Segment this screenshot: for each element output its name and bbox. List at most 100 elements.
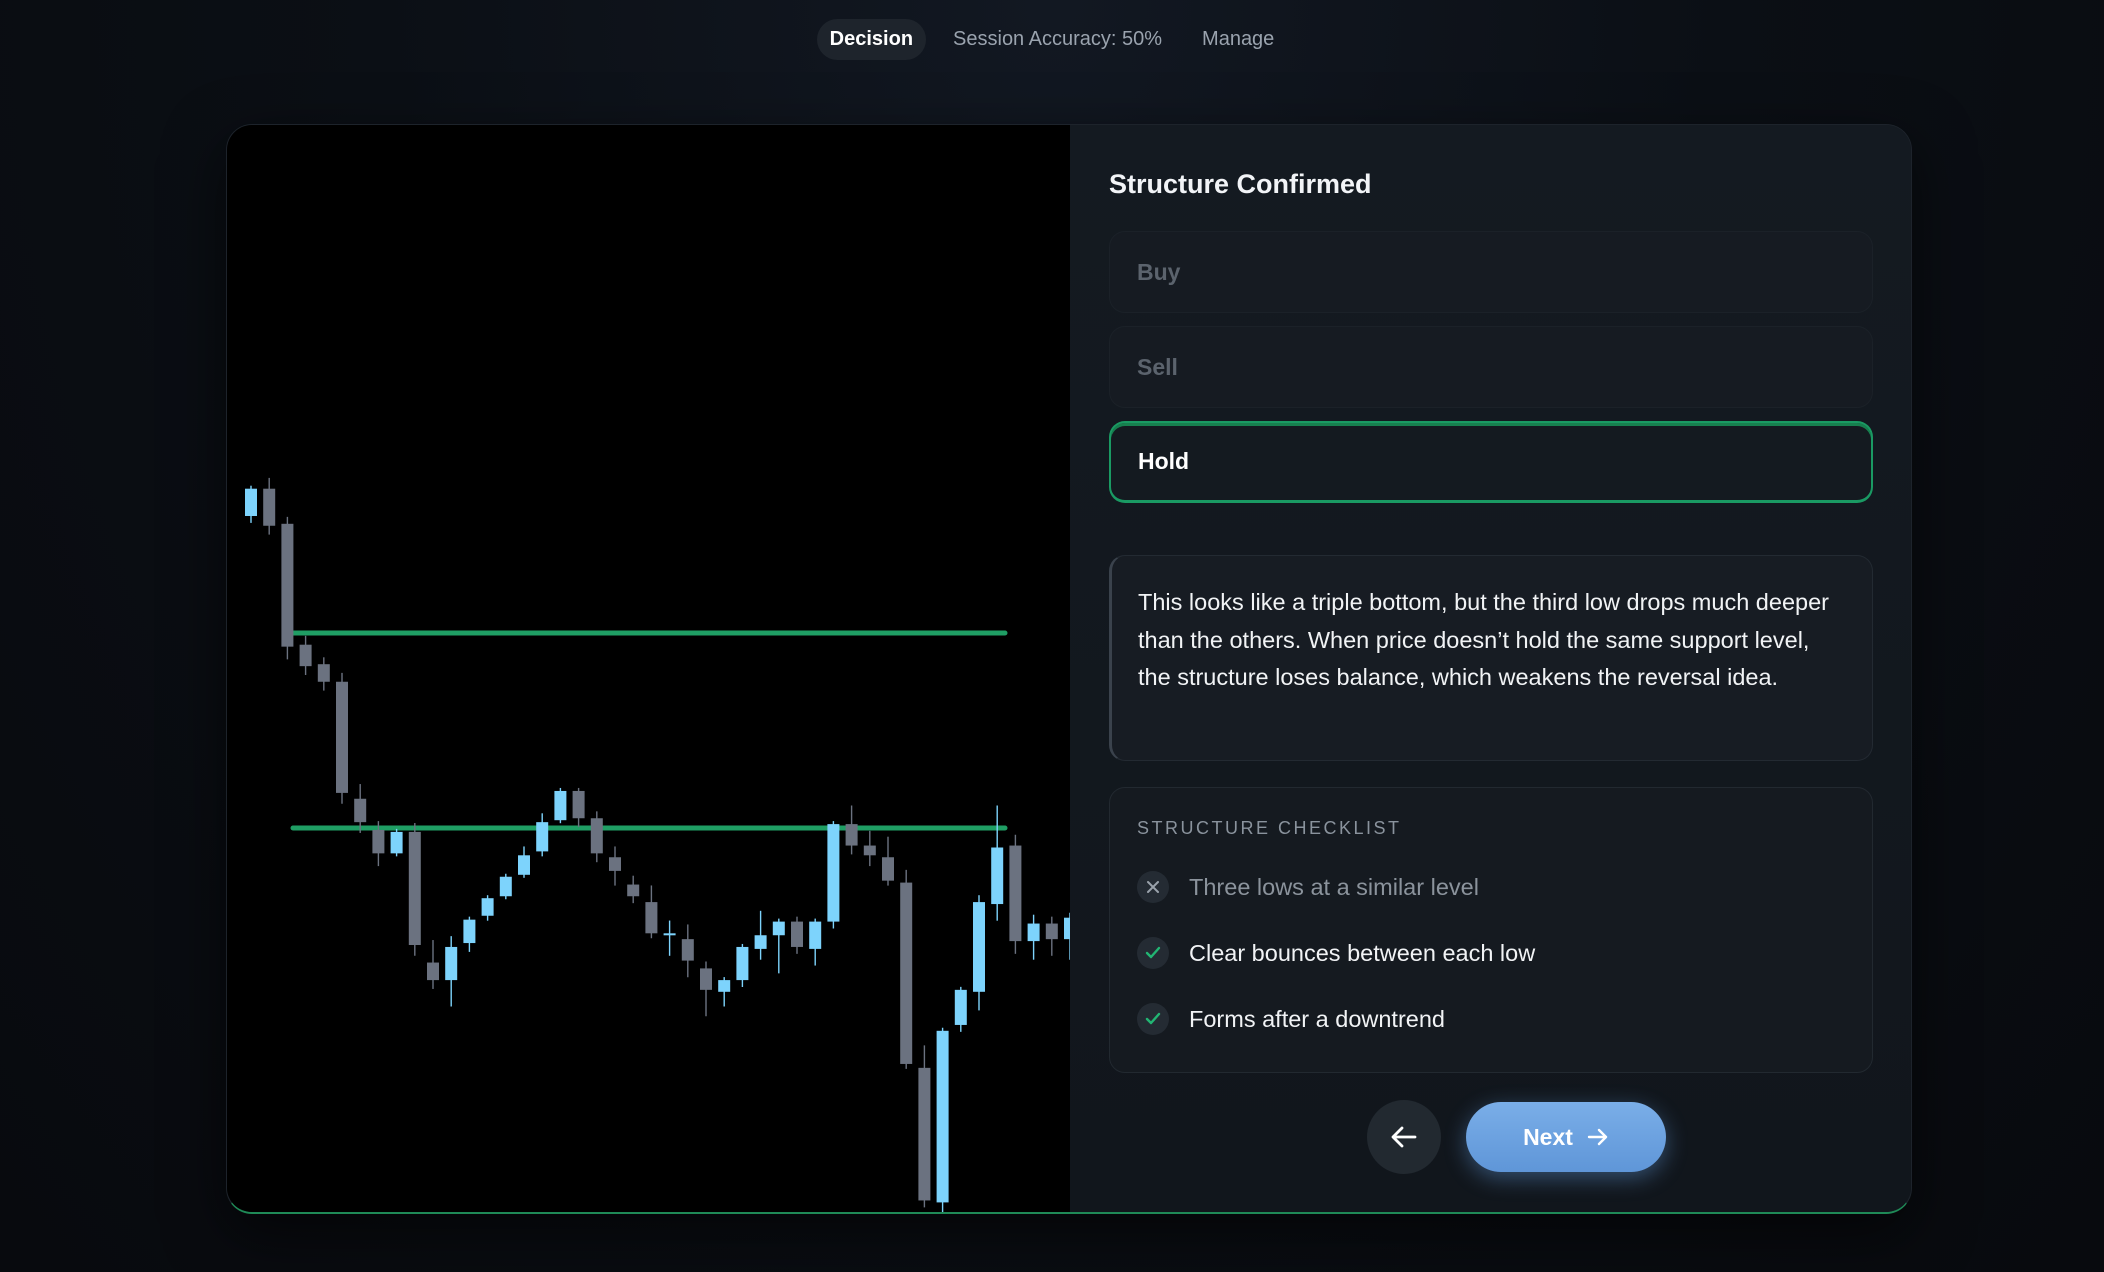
candle-body (499, 876, 512, 897)
candle-body (900, 882, 913, 1064)
candle-body (590, 818, 603, 854)
candle-body (973, 902, 985, 992)
candle-body (718, 980, 731, 992)
check-icon (1137, 1003, 1169, 1035)
candle-body (882, 857, 894, 881)
candle-body (645, 902, 658, 934)
check-icon (1137, 937, 1169, 969)
candle (991, 805, 1004, 921)
candle (973, 895, 985, 1011)
candle (809, 918, 822, 966)
candle (554, 787, 567, 824)
candle (408, 823, 421, 956)
candle (1045, 916, 1058, 956)
candle (499, 873, 512, 900)
option-buy-button[interactable]: Buy (1109, 231, 1873, 313)
candle (827, 821, 840, 929)
candle (299, 635, 312, 675)
arrow-left-icon (1391, 1126, 1417, 1148)
candle (427, 940, 439, 989)
tab-session-accuracy[interactable]: Session Accuracy: 50% (940, 19, 1175, 60)
candle (900, 869, 913, 1069)
candle (936, 1027, 949, 1212)
x-icon (1137, 871, 1169, 903)
candle (518, 846, 530, 878)
candle-body (245, 488, 257, 516)
candle-body (936, 1030, 949, 1203)
candle (845, 805, 858, 855)
candle-body (827, 824, 840, 922)
candle-body (463, 919, 476, 944)
candle-body (863, 845, 876, 856)
checklist-item: Forms after a downtrend (1137, 1003, 1445, 1035)
candle (609, 846, 621, 886)
candle (754, 910, 767, 960)
checklist-item-label: Three lows at a similar level (1189, 873, 1479, 900)
checklist-item: Three lows at a similar level (1137, 871, 1479, 903)
candle (863, 830, 876, 867)
candle-body (627, 884, 640, 897)
side-panel: Structure Confirmed Buy Sell Hold This l… (1070, 125, 1911, 1212)
chart-pane (227, 125, 1070, 1212)
candle (336, 672, 348, 804)
candle-body (700, 968, 712, 990)
candle-body (791, 921, 803, 947)
candle-body (518, 855, 530, 875)
checklist-title: STRUCTURE CHECKLIST (1137, 818, 1402, 838)
candle-body (572, 790, 585, 819)
candle-body (317, 664, 330, 682)
candle (1027, 914, 1040, 960)
candle-body (954, 989, 967, 1025)
candle (590, 811, 603, 863)
candle (572, 787, 585, 828)
top-nav: Decision Session Accuracy: 50% Manage (0, 18, 2104, 60)
candle-body (445, 946, 458, 981)
candle (645, 885, 658, 939)
candle (663, 920, 676, 956)
candle (791, 916, 803, 954)
candle (882, 836, 894, 886)
candle (772, 918, 785, 974)
next-button-label: Next (1523, 1123, 1573, 1150)
candle-body (427, 962, 439, 981)
candle-body (663, 933, 676, 936)
candle (263, 477, 276, 535)
checklist-item-label: Clear bounces between each low (1189, 939, 1536, 966)
candle-body (1009, 845, 1022, 942)
candle (481, 895, 494, 921)
candle-body (390, 831, 403, 854)
candle (627, 875, 640, 904)
candle (954, 986, 967, 1032)
candle-body (536, 822, 549, 852)
candle-body (754, 935, 767, 949)
back-button[interactable] (1367, 1100, 1441, 1174)
candle-body (1045, 923, 1058, 940)
candle (445, 936, 458, 1007)
candle (681, 924, 694, 978)
candle-body (481, 898, 494, 916)
candlestick-chart (245, 477, 1070, 1212)
checklist-item-label: Forms after a downtrend (1189, 1005, 1445, 1032)
next-button[interactable]: Next (1466, 1102, 1666, 1172)
candle-body (281, 523, 294, 647)
option-hold-button[interactable]: Hold (1109, 421, 1873, 503)
candle-body (918, 1067, 931, 1201)
tab-decision[interactable]: Decision (816, 18, 927, 60)
candle (245, 485, 257, 523)
candle-body (1027, 923, 1040, 942)
candle-body (354, 798, 367, 823)
candle-body (554, 790, 567, 821)
structure-checklist: STRUCTURE CHECKLIST Three lows at a simi… (1109, 787, 1873, 1073)
explanation-text: This looks like a triple bottom, but the… (1109, 555, 1873, 761)
candle (1009, 834, 1022, 954)
candle-body (681, 939, 694, 961)
candle-body (736, 946, 749, 981)
candle-body (299, 644, 312, 667)
candle-body (809, 921, 822, 949)
candle (918, 1045, 931, 1208)
decision-card: Structure Confirmed Buy Sell Hold This l… (226, 124, 1912, 1214)
option-sell-button[interactable]: Sell (1109, 326, 1873, 408)
candle (317, 657, 330, 691)
tab-manage[interactable]: Manage (1189, 19, 1287, 60)
panel-title: Structure Confirmed (1109, 169, 1372, 199)
